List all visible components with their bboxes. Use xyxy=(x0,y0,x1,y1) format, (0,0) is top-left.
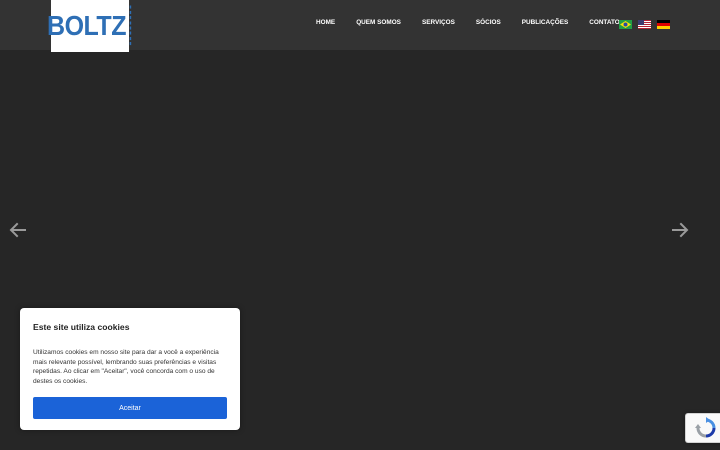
nav-item-servicos[interactable]: SERVIÇOS xyxy=(422,19,455,26)
logo-tagline-mark: ▮▮▮▮▮▮▮▮ xyxy=(127,5,133,47)
nav-item-home[interactable]: HOME xyxy=(316,19,335,26)
nav-item-contato[interactable]: CONTATO xyxy=(589,19,620,26)
recaptcha-icon xyxy=(694,417,715,438)
flag-brazil-icon[interactable] xyxy=(619,20,632,29)
slider-next-button[interactable] xyxy=(671,221,689,239)
flag-germany-icon[interactable] xyxy=(657,20,670,29)
cookie-banner-title: Este site utiliza cookies xyxy=(33,322,130,332)
nav-item-socios[interactable]: SÓCIOS xyxy=(476,19,501,26)
logo-text: BOLTZ xyxy=(47,9,126,42)
recaptcha-badge[interactable] xyxy=(685,413,720,443)
language-switcher xyxy=(619,20,670,29)
nav-item-quem-somos[interactable]: QUEM SOMOS xyxy=(356,19,401,26)
cookie-banner: Este site utiliza cookies Utilizamos coo… xyxy=(20,308,240,430)
accept-cookies-button[interactable]: Aceitar xyxy=(33,397,227,419)
nav-item-publicacoes[interactable]: PUBLICAÇÕES xyxy=(522,19,569,26)
site-header: BOLTZ ▮▮▮▮▮▮▮▮ HOME QUEM SOMOS SERVIÇOS … xyxy=(0,0,720,52)
cookie-banner-text: Utilizamos cookies em nosso site para da… xyxy=(33,349,219,385)
arrow-left-icon xyxy=(9,222,26,238)
logo[interactable]: BOLTZ ▮▮▮▮▮▮▮▮ xyxy=(47,0,133,52)
flag-usa-icon[interactable] xyxy=(638,20,651,29)
slider-prev-button[interactable] xyxy=(9,221,27,239)
main-nav: HOME QUEM SOMOS SERVIÇOS SÓCIOS PUBLICAÇ… xyxy=(316,19,620,26)
arrow-right-icon xyxy=(672,222,689,238)
